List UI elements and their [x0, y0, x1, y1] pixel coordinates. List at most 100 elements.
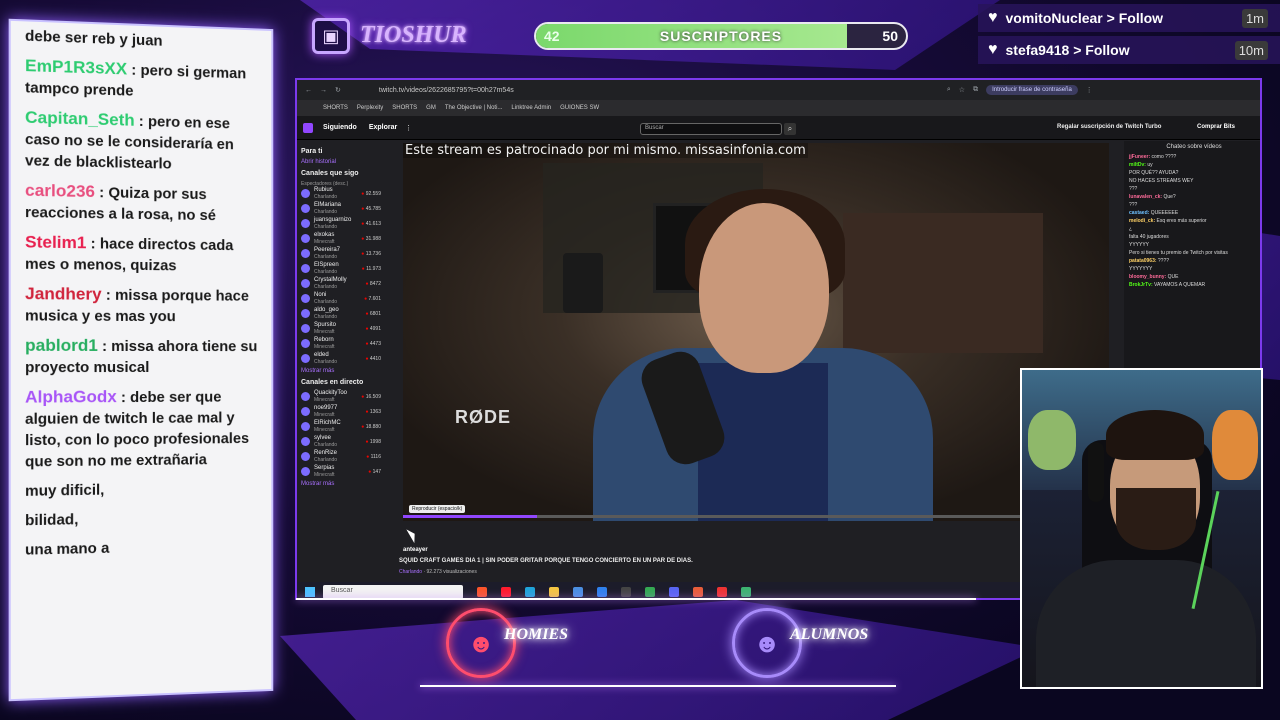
channel-category: Minecraft — [314, 411, 335, 418]
nav-following[interactable]: Siguiendo — [323, 124, 357, 131]
zoom-icon[interactable]: ⌕ — [947, 86, 951, 94]
chat-line-user: melodi_ck: — [1129, 218, 1156, 224]
sidebar-channel[interactable]: RubiusCharlando92.559 — [301, 187, 381, 200]
menu-icon[interactable]: ⋮ — [1086, 86, 1093, 94]
sidebar-channel[interactable]: juansguarnizoCharlando41.613 — [301, 217, 381, 230]
chat-line-user: jjFuneer: — [1129, 154, 1151, 160]
chat-line: YYYYYYY — [1129, 266, 1259, 273]
twitch-top-nav: Siguiendo Explorar ⋮ Buscar ⌕ Regalar su… — [297, 116, 1260, 140]
sidebar-channel[interactable]: RebornMinecraft4473 — [301, 337, 381, 350]
channel-category: Minecraft — [314, 328, 335, 335]
show-more-link[interactable]: Mostrar más — [301, 368, 381, 374]
bookmark-item[interactable]: Linktree Admin — [511, 105, 551, 111]
channel-category: Minecraft — [314, 471, 335, 478]
video-chat-lines: jjFuneer: como ???? miltDv: uy POR QUÉ?? A… — [1129, 154, 1259, 289]
sidebar-channel[interactable]: sylveeCharlando1998 — [301, 435, 381, 448]
windows-start-icon[interactable] — [305, 587, 315, 597]
video-meta: Charlando · 92.273 visualizaciones — [399, 569, 477, 575]
viewer-count: 1116 — [366, 454, 381, 460]
viewer-count: 1363 — [365, 409, 381, 415]
bookmark-star-icon[interactable]: ☆ — [959, 86, 965, 94]
viewer-count: 6801 — [365, 311, 381, 317]
sidebar-channel[interactable]: noe9977Minecraft1363 — [301, 405, 381, 418]
video-player[interactable]: RØDE Este stream es patrocinado por mi m… — [403, 143, 1109, 521]
channel-avatar — [301, 354, 310, 363]
channel-category: Minecraft — [314, 343, 335, 350]
sidebar-channel[interactable]: CrystalMollyCharlando8472 — [301, 277, 381, 290]
neon-divider — [420, 685, 896, 687]
twitch-search-input[interactable]: Buscar — [640, 123, 782, 135]
more-icon[interactable]: ⋮ — [405, 124, 412, 132]
viewer-count: 18.880 — [361, 424, 381, 430]
taskbar-search-input[interactable]: Buscar — [323, 585, 463, 598]
sidebar-channel[interactable]: RenRizeCharlando1116 — [301, 450, 381, 463]
bookmark-item[interactable]: SHORTS — [323, 105, 348, 111]
chrome-icon[interactable] — [645, 587, 655, 597]
channel-name-text: QuackityToo — [314, 389, 348, 396]
address-bar[interactable]: twitch.tv/videos/2622685795?t=00h27m54s — [379, 87, 939, 94]
bookmark-item[interactable]: SHORTS — [392, 105, 417, 111]
sidebar-channel[interactable]: Peereira7Charlando13.736 — [301, 247, 381, 260]
bookmark-item[interactable]: The Objective | Noti... — [445, 105, 503, 111]
forward-icon[interactable]: → — [320, 87, 327, 94]
sidebar-channel[interactable]: ElMarianaCharlando45.785 — [301, 202, 381, 215]
chat-line-text: YYYYYY — [1129, 242, 1150, 248]
chat-line-user: castaed: — [1129, 210, 1150, 216]
sidebar-channel[interactable]: SerpiasMinecraft147 — [301, 465, 381, 478]
gift-turbo-button[interactable]: Regalar suscripción de Twitch Turbo — [1057, 124, 1161, 130]
channel-avatar — [301, 324, 310, 333]
sidebar-channel[interactable]: NoniCharlando7.601 — [301, 292, 381, 305]
bookmark-item[interactable]: GUIONES SW — [560, 105, 599, 111]
app-icon[interactable] — [741, 587, 751, 597]
follow-alert-text: stefa9418 > Follow — [1005, 42, 1130, 58]
vscode-icon[interactable] — [597, 587, 607, 597]
homies-logo-text: HOMIES — [504, 626, 569, 643]
twitch-logo-icon[interactable] — [303, 122, 313, 133]
extensions-icon[interactable]: ⧉ — [973, 86, 978, 94]
subscriber-goal-target: 50 — [882, 28, 898, 44]
edge-browser-icon[interactable] — [525, 587, 535, 597]
sidebar-channel[interactable]: SpursitoMinecraft4991 — [301, 322, 381, 335]
channel-avatar — [301, 467, 310, 476]
channel-name-text: Spursito — [314, 321, 337, 328]
chat-line-text: ??? — [1129, 186, 1138, 192]
search-icon[interactable]: ⌕ — [784, 123, 796, 135]
app-icon[interactable] — [693, 587, 703, 597]
bookmark-item[interactable]: GM — [426, 105, 436, 111]
sidebar-channel[interactable]: aldo_geoCharlando6801 — [301, 307, 381, 320]
channel-name: Spursito Minecraft — [314, 322, 365, 336]
nav-explore[interactable]: Explorar — [369, 124, 397, 131]
sidebar-channel[interactable]: elxokasMinecraft31.988 — [301, 232, 381, 245]
back-icon[interactable]: ← — [305, 87, 312, 94]
channel-avatar — [301, 309, 310, 318]
sidebar-channel[interactable]: ElRichMCMinecraft18.880 — [301, 420, 381, 433]
viewer-count: 45.785 — [361, 206, 381, 212]
chat-line-text: ¿ — [1129, 226, 1133, 232]
buy-bits-button[interactable]: Comprar Bits — [1197, 124, 1235, 130]
show-more-link[interactable]: Mostrar más — [301, 481, 381, 487]
password-prompt-button[interactable]: Introducir frase de contraseña — [986, 85, 1078, 95]
history-link[interactable]: Abrir historial — [301, 159, 381, 165]
folder-icon[interactable] — [549, 587, 559, 597]
channel-avatar — [301, 249, 310, 258]
store-icon[interactable] — [573, 587, 583, 597]
chat-line: BrokJrTv: VAYAMOS A QUEMAR — [1129, 282, 1259, 289]
video-progress-bar[interactable] — [403, 515, 1109, 518]
sidebar-channel[interactable]: QuackityTooMinecraft16.509 — [301, 390, 381, 403]
channel-name: noe9977 Minecraft — [314, 405, 365, 419]
video-title: SQUID CRAFT GAMES DIA 1 | SIN PODER GRIT… — [399, 558, 693, 564]
channel-name[interactable]: anteayer — [403, 547, 428, 553]
channel-name-text: sylvee — [314, 434, 332, 441]
bookmark-item[interactable]: Perplexity — [357, 105, 383, 111]
obs-icon[interactable] — [621, 587, 631, 597]
discord-icon[interactable] — [669, 587, 679, 597]
chat-message: muy dificil, — [25, 477, 258, 502]
mic-brand-watermark: RØDE — [455, 407, 512, 427]
reload-icon[interactable]: ↻ — [335, 86, 341, 94]
sidebar-channel[interactable]: ElSpreenCharlando11.973 — [301, 262, 381, 275]
brave-browser-icon[interactable] — [477, 587, 487, 597]
chat-username: pablord1 — [25, 335, 98, 355]
sidebar-channel[interactable]: eldedCharlando4410 — [301, 352, 381, 365]
pokeball-icon[interactable] — [717, 587, 727, 597]
opera-browser-icon[interactable] — [501, 587, 511, 597]
